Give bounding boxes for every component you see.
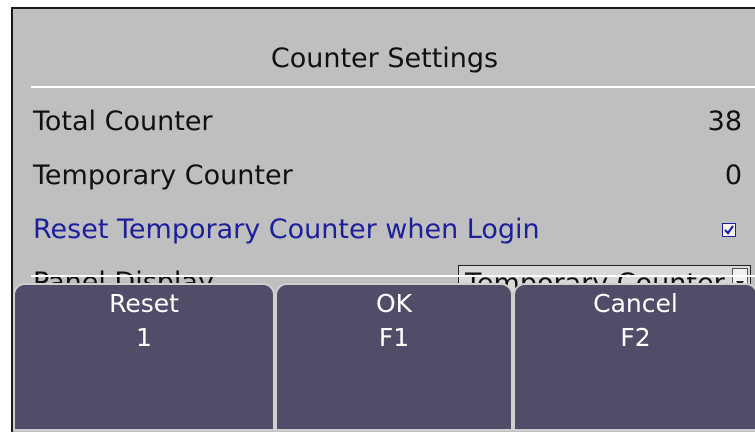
counter-settings-dialog: Counter Settings Total Counter 38 Tempor… — [11, 7, 755, 432]
title-divider — [31, 86, 755, 88]
reset-button-key: 1 — [136, 323, 152, 352]
reset-button[interactable]: Reset 1 — [13, 283, 275, 431]
buttons-divider — [31, 275, 755, 277]
reset-on-login-row[interactable]: Reset Temporary Counter when Login — [33, 212, 742, 248]
total-counter-row: Total Counter 38 — [33, 104, 742, 140]
temporary-counter-label: Temporary Counter — [33, 160, 293, 191]
reset-on-login-checkbox[interactable] — [722, 223, 736, 237]
ok-button-key: F1 — [378, 323, 410, 352]
ok-button-label: OK — [375, 289, 413, 318]
reset-button-label: Reset — [109, 289, 179, 318]
ok-button[interactable]: OK F1 — [275, 283, 513, 431]
temporary-counter-value: 0 — [724, 160, 742, 191]
total-counter-label: Total Counter — [33, 106, 213, 137]
cancel-button-key: F2 — [620, 323, 651, 352]
total-counter-value: 38 — [707, 106, 742, 137]
cancel-button-label: Cancel — [593, 289, 678, 318]
temporary-counter-row: Temporary Counter 0 — [33, 158, 742, 194]
cancel-button[interactable]: Cancel F2 — [513, 283, 755, 431]
checkmark-icon — [724, 225, 734, 235]
reset-on-login-label: Reset Temporary Counter when Login — [33, 214, 540, 245]
dialog-title: Counter Settings — [270, 43, 499, 74]
